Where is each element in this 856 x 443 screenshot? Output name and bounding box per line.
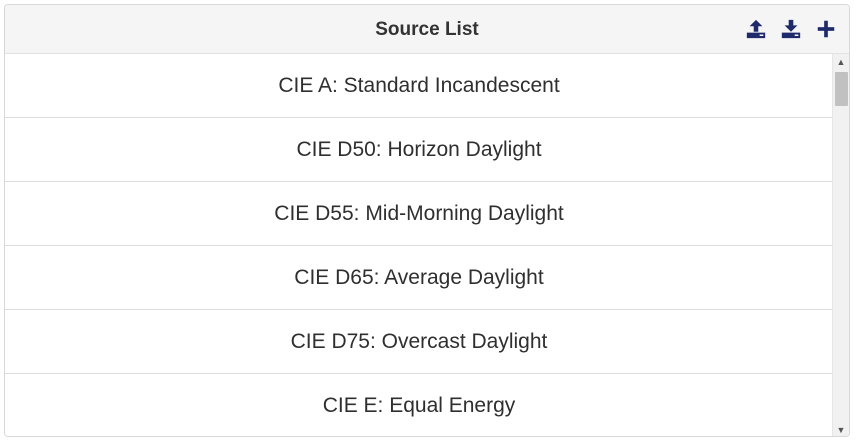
vertical-scrollbar[interactable]: ▲ ▼ xyxy=(832,54,849,436)
source-list: CIE A: Standard Incandescent CIE D50: Ho… xyxy=(5,54,833,436)
header-actions xyxy=(743,16,839,42)
scroll-up-arrow-icon[interactable]: ▲ xyxy=(833,54,849,70)
download-icon xyxy=(781,19,801,39)
list-item[interactable]: CIE D50: Horizon Daylight xyxy=(5,118,833,182)
list-item-label: CIE D55: Mid-Morning Daylight xyxy=(274,201,564,225)
list-item-label: CIE A: Standard Incandescent xyxy=(278,73,560,97)
panel-title: Source List xyxy=(375,19,479,40)
list-item[interactable]: CIE A: Standard Incandescent xyxy=(5,54,833,118)
panel-header: Source List xyxy=(5,5,849,54)
list-item-label: CIE E: Equal Energy xyxy=(322,394,516,417)
list-item-label: CIE D65: Average Daylight xyxy=(294,265,544,289)
scroll-down-arrow-icon[interactable]: ▼ xyxy=(833,422,849,436)
list-item[interactable]: CIE D65: Average Daylight xyxy=(5,246,833,310)
list-item[interactable]: CIE E: Equal Energy xyxy=(5,374,833,436)
upload-button[interactable] xyxy=(743,16,769,42)
download-button[interactable] xyxy=(778,16,804,42)
list-item-label: CIE D75: Overcast Daylight xyxy=(290,329,548,353)
add-button[interactable] xyxy=(813,16,839,42)
source-list-panel: Source List CIE A: Standard Incandescent… xyxy=(4,4,850,437)
list-item[interactable]: CIE D55: Mid-Morning Daylight xyxy=(5,182,833,246)
list-item-label: CIE D50: Horizon Daylight xyxy=(296,137,542,161)
list-item[interactable]: CIE D75: Overcast Daylight xyxy=(5,310,833,374)
scroll-thumb[interactable] xyxy=(835,72,848,106)
upload-icon xyxy=(746,19,766,39)
plus-icon xyxy=(817,20,835,38)
